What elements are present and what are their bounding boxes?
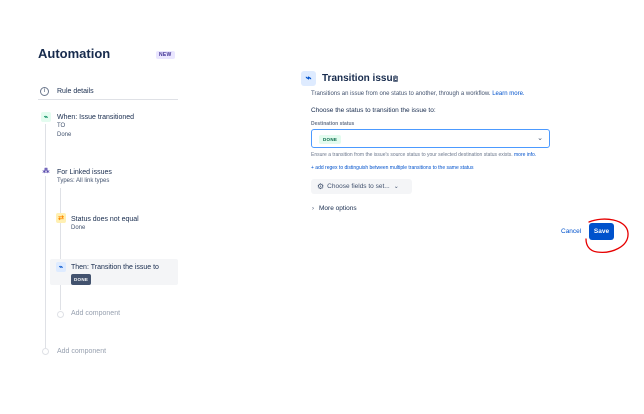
destination-status-select[interactable]: DONE ⌄ xyxy=(311,129,550,148)
learn-more-link[interactable]: Learn more. xyxy=(492,91,524,97)
trigger-title: When: Issue transitioned xyxy=(57,114,135,121)
condition-title: Status does not equal xyxy=(71,216,139,223)
trigger-to-label: TO xyxy=(57,123,66,129)
transition-icon: ⌁ xyxy=(56,262,66,272)
ensure-text: Ensure a transition from the issue's sou… xyxy=(311,152,513,158)
condition-icon: ⇄ xyxy=(56,213,66,223)
condition-node[interactable]: Status does not equal Done xyxy=(71,215,139,233)
divider xyxy=(38,99,178,100)
description-text: Transitions an issue from one status to … xyxy=(311,91,491,97)
trigger-node[interactable]: When: Issue transitioned TO Done xyxy=(57,113,134,140)
rule-details-item[interactable]: i Rule details xyxy=(40,82,180,100)
add-component-dot xyxy=(42,348,49,355)
chevron-down-icon: ⌄ xyxy=(537,135,543,142)
delete-icon[interactable] xyxy=(393,76,398,82)
transition-issue-icon: ⌁ xyxy=(301,71,316,86)
choose-status-label: Choose the status to transition the issu… xyxy=(311,107,436,114)
choose-fields-label: Choose fields to set... xyxy=(327,183,390,190)
branch-node[interactable]: For Linked issues Types: All link types xyxy=(57,168,112,186)
add-regex-link[interactable]: + add regex to distinguish between multi… xyxy=(311,165,473,171)
new-badge: NEW xyxy=(156,51,175,59)
destination-status-value: DONE xyxy=(319,135,342,144)
trigger-to-value: Done xyxy=(57,132,72,138)
action-status-badge: DONE xyxy=(71,274,92,285)
more-options-label: More options xyxy=(319,205,357,212)
sidebar-title: Automation xyxy=(38,46,111,61)
add-component-outer[interactable]: Add component xyxy=(57,348,106,355)
chevron-right-icon: › xyxy=(312,205,314,212)
destination-status-label: Destination status xyxy=(311,121,355,127)
chevron-down-icon: ⌄ xyxy=(393,184,399,190)
more-options-toggle[interactable]: › More options xyxy=(312,205,357,212)
connector-line xyxy=(60,188,61,310)
ensure-transition-hint: Ensure a transition from the issue's sou… xyxy=(311,152,536,158)
more-info-link[interactable]: more info. xyxy=(514,152,536,158)
cancel-button[interactable]: Cancel xyxy=(561,228,581,235)
annotation-circle xyxy=(585,218,629,253)
connector-line xyxy=(45,124,46,166)
branch-title: For Linked issues xyxy=(57,169,112,176)
add-component-dot xyxy=(57,311,64,318)
add-component-inner[interactable]: Add component xyxy=(71,310,120,317)
condition-value: Done xyxy=(71,225,86,231)
panel-title: Transition issue xyxy=(322,73,399,84)
branch-icon: ⁂ xyxy=(41,166,51,176)
gear-icon: ⚙ xyxy=(317,182,325,191)
connector-line xyxy=(45,176,46,348)
rule-details-label: Rule details xyxy=(57,87,94,95)
info-icon: i xyxy=(40,86,49,96)
branch-subtitle: Types: All link types xyxy=(57,178,110,184)
action-node-text: Then: Transition the issue to DONE xyxy=(71,263,159,285)
trigger-icon: ⌁ xyxy=(41,112,51,122)
choose-fields-button[interactable]: ⚙ Choose fields to set... ⌄ xyxy=(311,179,412,194)
action-title: Then: Transition the issue to xyxy=(71,264,159,271)
panel-description: Transitions an issue from one status to … xyxy=(311,91,525,97)
